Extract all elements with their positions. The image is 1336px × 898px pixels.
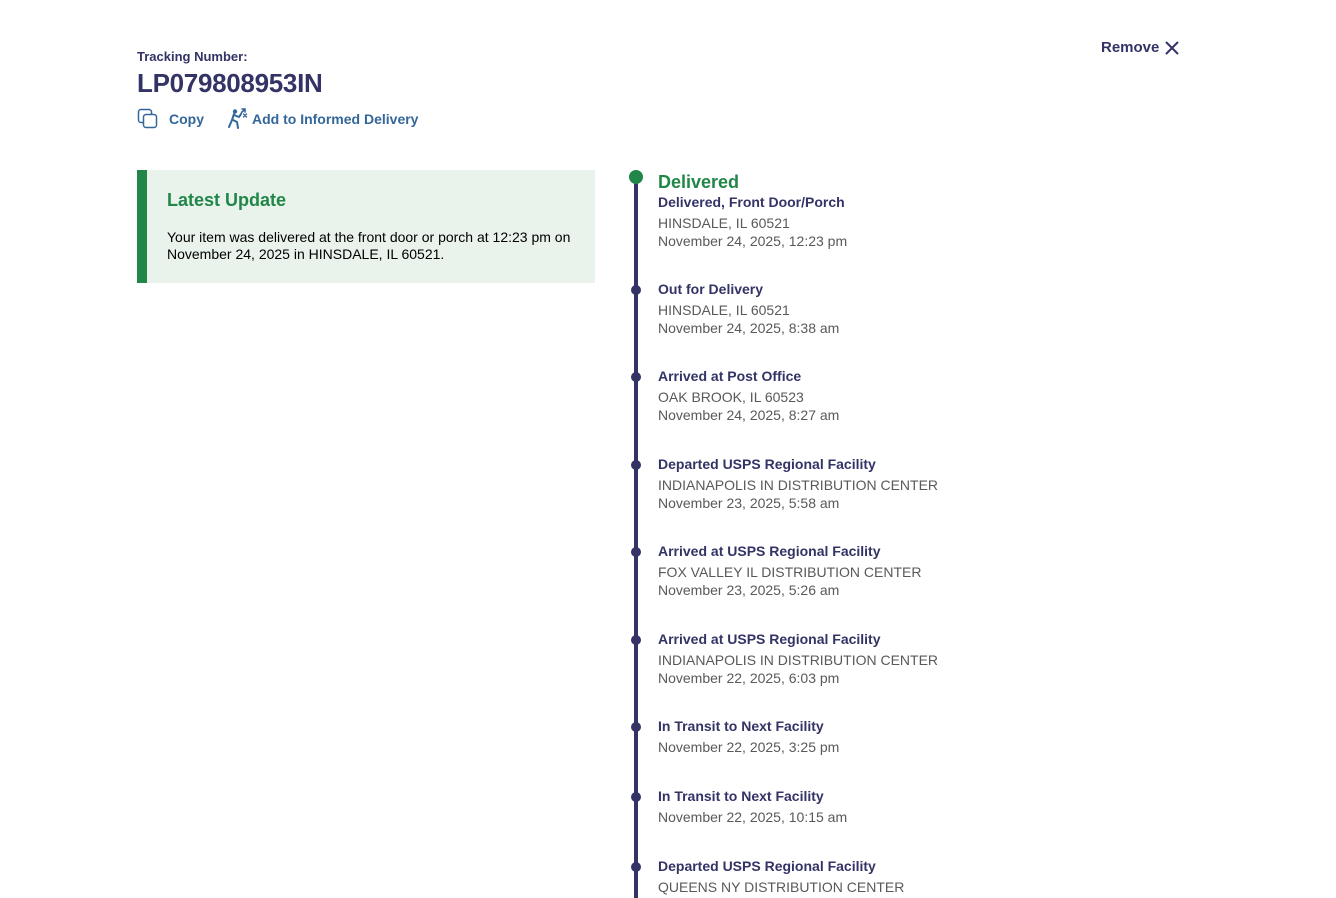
event-time: November 22, 2025, 10:15 am [658,809,848,825]
event-dot [631,372,641,382]
delivered-status-dot [629,170,643,184]
informed-delivery-icon [226,108,248,130]
copy-icon [137,108,159,130]
event-location: OAK BROOK, IL 60523 [658,389,804,405]
event-dot [631,285,641,295]
latest-update-panel: Latest Update Your item was delivered at… [137,170,595,283]
event-dot [631,635,641,645]
event-dot [631,792,641,802]
tracking-page: Tracking Number: LP079808953IN Copy Add … [0,0,1336,898]
latest-update-text: Your item was delivered at the front doo… [167,229,571,262]
event-dot [631,862,641,872]
event-status: In Transit to Next Facility [658,788,824,804]
event-time: November 22, 2025, 6:03 pm [658,669,840,686]
copy-label: Copy [169,111,204,127]
add-informed-delivery-button[interactable]: Add to Informed Delivery [226,108,418,130]
event-time: November 22, 2025, 3:25 pm [658,739,840,755]
event-location: FOX VALLEY IL DISTRIBUTION CENTER [658,564,922,580]
event-status: In Transit to Next Facility [658,718,824,734]
event-location: INDIANAPOLIS IN DISTRIBUTION CENTER [658,652,939,668]
event-status: Out for Delivery [658,281,764,297]
event-dot [631,722,641,732]
remove-button[interactable]: Remove [1101,39,1179,56]
tracking-number: LP079808953IN [137,68,323,98]
copy-button[interactable]: Copy [137,108,204,130]
latest-update-title: Latest Update [167,190,287,210]
event-dot [631,547,641,557]
event-status: Arrived at USPS Regional Facility [658,631,881,647]
close-icon [1165,41,1179,55]
event-status: Departed USPS Regional Facility [658,456,876,472]
event-location: INDIANAPOLIS IN DISTRIBUTION CENTER [658,477,939,493]
event-detail: Delivered, Front Door/Porch [658,194,845,210]
tracking-number-label: Tracking Number: [137,49,248,64]
event-time: November 24, 2025, 12:23 pm [658,232,848,249]
tracking-history-timeline: Delivered Delivered, Front Door/Porch HI… [629,170,1129,898]
event-location: QUEENS NY DISTRIBUTION CENTER [658,879,905,895]
event-status: Arrived at USPS Regional Facility [658,543,881,559]
event-time: November 24, 2025, 8:27 am [658,406,840,423]
event-time: November 23, 2025, 5:26 am [658,581,840,598]
tracking-actions: Copy Add to Informed Delivery [137,108,418,130]
informed-delivery-label: Add to Informed Delivery [252,111,419,127]
event-location: HINSDALE, IL 60521 [658,302,790,318]
event-status: Delivered [658,172,740,192]
event-time: November 24, 2025, 8:38 am [658,319,840,336]
event-status: Arrived at Post Office [658,368,802,384]
event-location: HINSDALE, IL 60521 [658,215,790,231]
event-dot [631,460,641,470]
remove-label: Remove [1101,39,1160,56]
event-status: Departed USPS Regional Facility [658,858,876,874]
event-time: November 23, 2025, 5:58 am [658,494,840,511]
